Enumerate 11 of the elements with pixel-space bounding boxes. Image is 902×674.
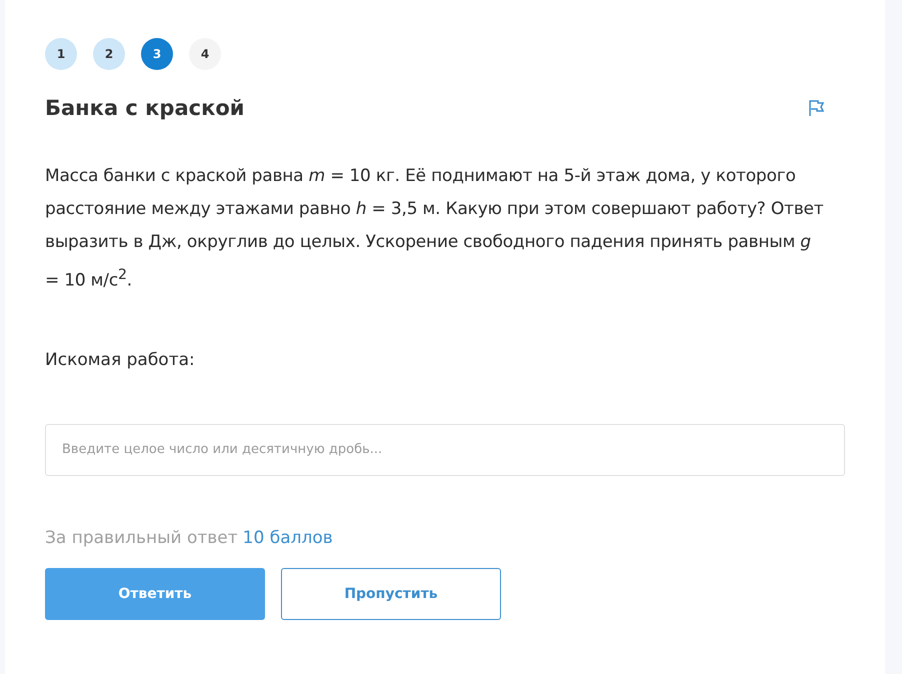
reward-points: 10 баллов: [242, 528, 333, 548]
step-tab[interactable]: 4: [189, 38, 221, 70]
task-text: Масса банки с краской равна m = 10 кг. Её поднимают на 5-й этаж дома, у которого расстояние между этажами равно h = 3,5 м. Какую при этом совершают работу? Ответ выразить в Дж, округлив до целых. Ускорение свободного падения принять равным g = 10 м/с$^{2}$.: [45, 165, 824, 293]
step-tab[interactable]: 3: [141, 38, 173, 70]
reward-text: За правильный ответ: [45, 528, 238, 548]
task-title: Банка с краской: [45, 96, 244, 120]
flag-icon[interactable]: [807, 99, 825, 117]
step-tab[interactable]: 1: [45, 38, 77, 70]
question-label: Искомая работа:: [45, 350, 196, 370]
answer-field[interactable]: Введите целое число или десятичную дробь...: [45, 424, 845, 476]
step-tab[interactable]: 2: [93, 38, 125, 70]
